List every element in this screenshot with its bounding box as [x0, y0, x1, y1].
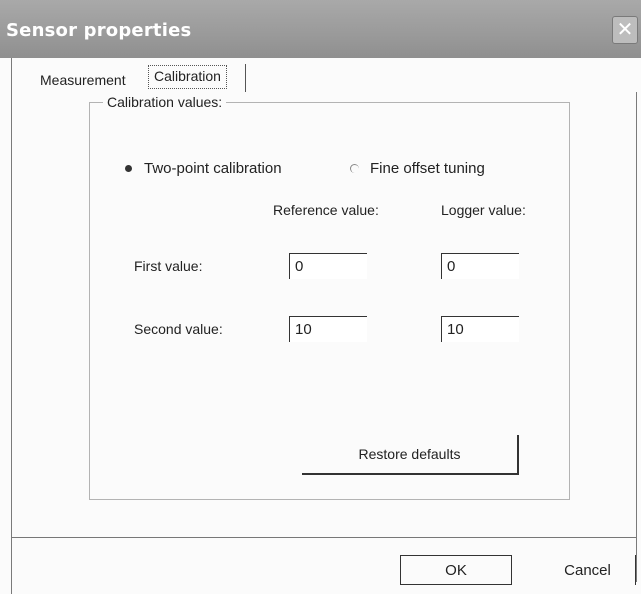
restore-defaults-button[interactable]: Restore defaults [302, 435, 519, 475]
frame-left-edge [11, 58, 12, 594]
first-value-label: First value: [134, 258, 203, 274]
second-logger-value-input[interactable]: 10 [441, 316, 519, 342]
title-bar[interactable]: Sensor properties ✕ [0, 0, 641, 58]
tab-divider [245, 64, 246, 92]
cancel-button[interactable]: Cancel [540, 555, 636, 585]
first-reference-value-input[interactable]: 0 [289, 253, 367, 279]
tab-calibration[interactable]: Calibration [148, 65, 227, 89]
logger-value-header: Logger value: [441, 202, 526, 218]
reference-value-header: Reference value: [273, 202, 379, 218]
two-point-calibration-label: Two-point calibration [144, 160, 282, 177]
second-value-label: Second value: [134, 321, 223, 337]
radio-selected-icon [124, 164, 134, 174]
sensor-properties-dialog: Sensor properties ✕ Measurement Calibrat… [0, 0, 641, 594]
second-reference-value-input[interactable]: 10 [289, 316, 367, 342]
tab-measurement[interactable]: Measurement [40, 72, 126, 88]
ok-button[interactable]: OK [400, 555, 512, 585]
first-logger-value-input[interactable]: 0 [441, 253, 519, 279]
footer-separator [11, 537, 636, 538]
fine-offset-tuning-label: Fine offset tuning [370, 160, 485, 177]
close-icon: ✕ [616, 19, 634, 41]
window-title: Sensor properties [6, 20, 192, 41]
radio-unselected-icon [350, 163, 360, 174]
frame-right-edge [636, 92, 637, 582]
two-point-calibration-radio[interactable]: Two-point calibration [124, 160, 282, 177]
close-button[interactable]: ✕ [612, 16, 638, 44]
fine-offset-tuning-radio[interactable]: Fine offset tuning [350, 160, 485, 177]
calibration-values-label: Calibration values: [103, 94, 227, 110]
